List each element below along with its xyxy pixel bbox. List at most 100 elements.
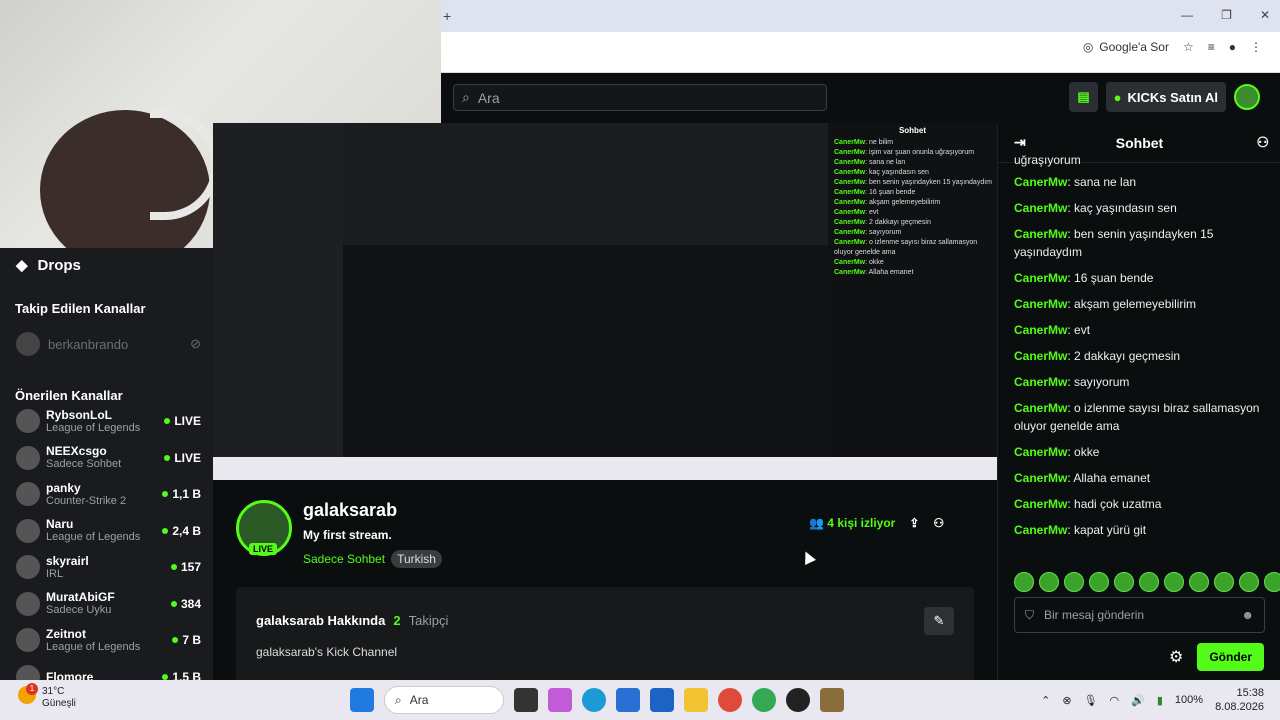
emote-icon[interactable] bbox=[1114, 572, 1134, 592]
channel-item[interactable]: skyrairl IRL 157 bbox=[16, 550, 201, 584]
live-dot-icon bbox=[170, 564, 177, 570]
mic-icon[interactable]: 🎙 bbox=[1084, 694, 1098, 707]
chat-text: akşam gelemeyebilirim bbox=[1074, 297, 1197, 311]
emote-icon[interactable] bbox=[1164, 572, 1184, 592]
chat-username[interactable]: CanerMw bbox=[1014, 471, 1067, 485]
nested-chat-line: CanerMw: işim var şuan onunla uğraşıyoru… bbox=[834, 149, 975, 156]
search-icon: ⌕ bbox=[395, 692, 402, 707]
network-icon[interactable]: ⊗ bbox=[1062, 694, 1071, 707]
battery-icon[interactable]: ▮ bbox=[1157, 694, 1163, 707]
channel-item[interactable]: panky Counter-Strike 2 1,1 B bbox=[16, 477, 201, 511]
channel-item[interactable]: NEEXcsgo Sadece Sohbet LIVE bbox=[16, 441, 201, 475]
game-icon[interactable] bbox=[820, 688, 844, 712]
close-icon[interactable]: ✕ bbox=[1260, 8, 1270, 22]
emote-icon[interactable] bbox=[1214, 572, 1234, 592]
chat-username[interactable]: CanerMw bbox=[1014, 497, 1067, 511]
edit-button[interactable]: ✎ bbox=[924, 607, 954, 635]
chat-username[interactable]: CanerMw bbox=[1014, 523, 1067, 537]
volume-icon[interactable]: 🔊 bbox=[1131, 694, 1145, 707]
kick-logo-icon: ● bbox=[1113, 89, 1122, 105]
folder-icon[interactable] bbox=[684, 688, 708, 712]
emote-icon[interactable] bbox=[1189, 572, 1209, 592]
copilot-icon[interactable] bbox=[548, 688, 572, 712]
video-player[interactable]: Sohbet CanerMw: ne bilim CanerMw: işim va… bbox=[213, 123, 997, 480]
chevron-up-icon[interactable]: ⌃ bbox=[1041, 694, 1050, 707]
chat-message: CanerMw: Allaha emanet bbox=[1014, 471, 1151, 485]
avatar bbox=[16, 591, 40, 616]
edge-icon[interactable] bbox=[582, 688, 606, 712]
wifi-icon[interactable]: ◠ bbox=[1110, 694, 1120, 707]
followed-channel[interactable]: berkanbrando ⊘ bbox=[16, 332, 201, 356]
share-icon[interactable]: ⇪ bbox=[909, 516, 919, 530]
channel-item[interactable]: MuratAbiGF Sadece Uyku 384 bbox=[16, 587, 201, 621]
task-view-icon[interactable] bbox=[514, 688, 538, 712]
start-icon[interactable] bbox=[350, 688, 374, 712]
chat-username[interactable]: CanerMw bbox=[1014, 227, 1067, 241]
obs-icon[interactable] bbox=[786, 688, 810, 712]
settings-icon[interactable]: ⚙ bbox=[1169, 647, 1183, 667]
chat-message: CanerMw: sana ne lan bbox=[1014, 175, 1137, 189]
nested-taskbar bbox=[213, 457, 997, 480]
chat-username[interactable]: CanerMw bbox=[1014, 175, 1067, 189]
store-icon[interactable] bbox=[616, 688, 640, 712]
weather-widget[interactable]: 1 31°C Güneşli bbox=[18, 683, 76, 710]
chat-message: CanerMw: evt bbox=[1014, 323, 1091, 337]
chat-username[interactable]: CanerMw bbox=[1014, 201, 1067, 215]
chat-users-icon[interactable]: ⚇ bbox=[1256, 134, 1269, 151]
emote-icon[interactable] bbox=[1139, 572, 1159, 592]
emoji-icon[interactable]: ☻ bbox=[1241, 608, 1254, 622]
emote-icon[interactable] bbox=[1239, 572, 1259, 592]
follow-user-icon[interactable]: ⚇ bbox=[933, 516, 944, 530]
temperature: 31°C bbox=[42, 686, 65, 697]
taskbar-search[interactable]: ⌕ Ara bbox=[384, 686, 504, 714]
chat-username[interactable]: CanerMw bbox=[1014, 271, 1067, 285]
clock[interactable]: 15:38 8.08.2026 bbox=[1215, 686, 1264, 714]
maximize-icon[interactable]: ❐ bbox=[1221, 8, 1232, 22]
channel-item[interactable]: Naru League of Legends 2,4 B bbox=[16, 514, 201, 548]
stream-title: My first stream. bbox=[303, 528, 392, 542]
pencil-icon: ✎ bbox=[933, 613, 945, 628]
menu-icon[interactable]: ⋮ bbox=[1250, 40, 1262, 54]
language-tag[interactable]: Turkish bbox=[391, 550, 442, 568]
nested-sidebar bbox=[213, 123, 343, 463]
emote-icon[interactable] bbox=[1064, 572, 1084, 592]
drops-link[interactable]: ◆ Drops bbox=[16, 256, 81, 275]
chat-username[interactable]: CanerMw bbox=[1014, 445, 1067, 459]
collapse-chat-icon[interactable]: ⇥ bbox=[1014, 134, 1026, 151]
media-icon[interactable]: ≡ bbox=[1208, 40, 1215, 54]
chat-username[interactable]: CanerMw bbox=[1014, 323, 1067, 337]
channel-item[interactable]: RybsonLoL League of Legends LIVE bbox=[16, 404, 201, 438]
chat-title: Sohbet bbox=[1115, 134, 1164, 151]
nested-chat-title: Sohbet bbox=[898, 126, 927, 135]
chat-username[interactable]: CanerMw bbox=[1014, 375, 1067, 389]
buy-kicks-button[interactable]: ● KICKs Satın Al bbox=[1105, 82, 1226, 112]
chrome-active-icon[interactable] bbox=[752, 688, 776, 712]
outlook-icon[interactable] bbox=[650, 688, 674, 712]
channel-name[interactable]: galaksarab bbox=[303, 500, 397, 521]
search-input[interactable]: ⌕ Ara bbox=[453, 84, 827, 111]
new-tab-button[interactable]: + bbox=[443, 8, 451, 24]
about-panel: galaksarab Hakkında 2 Takipçi galaksarab… bbox=[236, 587, 974, 687]
category-link[interactable]: Sadece Sohbet bbox=[303, 552, 385, 566]
profile-icon[interactable]: ● bbox=[1229, 40, 1236, 54]
chat-input[interactable]: ⛉ Bir mesaj gönderin ☻ bbox=[1014, 597, 1265, 633]
chrome-icon[interactable] bbox=[718, 688, 742, 712]
emote-icon[interactable] bbox=[1089, 572, 1109, 592]
bookmark-star-icon[interactable]: ☆ bbox=[1183, 40, 1194, 54]
chat-username[interactable]: CanerMw bbox=[1014, 349, 1067, 363]
chat-username[interactable]: CanerMw bbox=[1014, 297, 1067, 311]
recommended-channels-title: Önerilen Kanallar bbox=[15, 388, 123, 403]
user-avatar[interactable] bbox=[1234, 84, 1260, 110]
emote-icon[interactable] bbox=[1039, 572, 1059, 592]
google-lens-button[interactable]: ◎ Google'a Sor bbox=[1083, 40, 1169, 54]
channel-item[interactable]: Zeitnot League of Legends 7 B bbox=[16, 623, 201, 657]
rewards-button[interactable]: ▤ bbox=[1069, 82, 1098, 112]
minimize-icon[interactable]: — bbox=[1181, 8, 1193, 22]
follower-count: 2 bbox=[393, 613, 401, 628]
channel-item-name: panky bbox=[46, 480, 81, 495]
nested-chat: Sohbet CanerMw: ne bilim CanerMw: işim va… bbox=[828, 123, 997, 463]
emote-icon[interactable] bbox=[1014, 572, 1034, 592]
emote-icon[interactable] bbox=[1264, 572, 1280, 592]
send-button[interactable]: Gönder bbox=[1197, 643, 1264, 671]
chat-username[interactable]: CanerMw bbox=[1014, 401, 1067, 415]
